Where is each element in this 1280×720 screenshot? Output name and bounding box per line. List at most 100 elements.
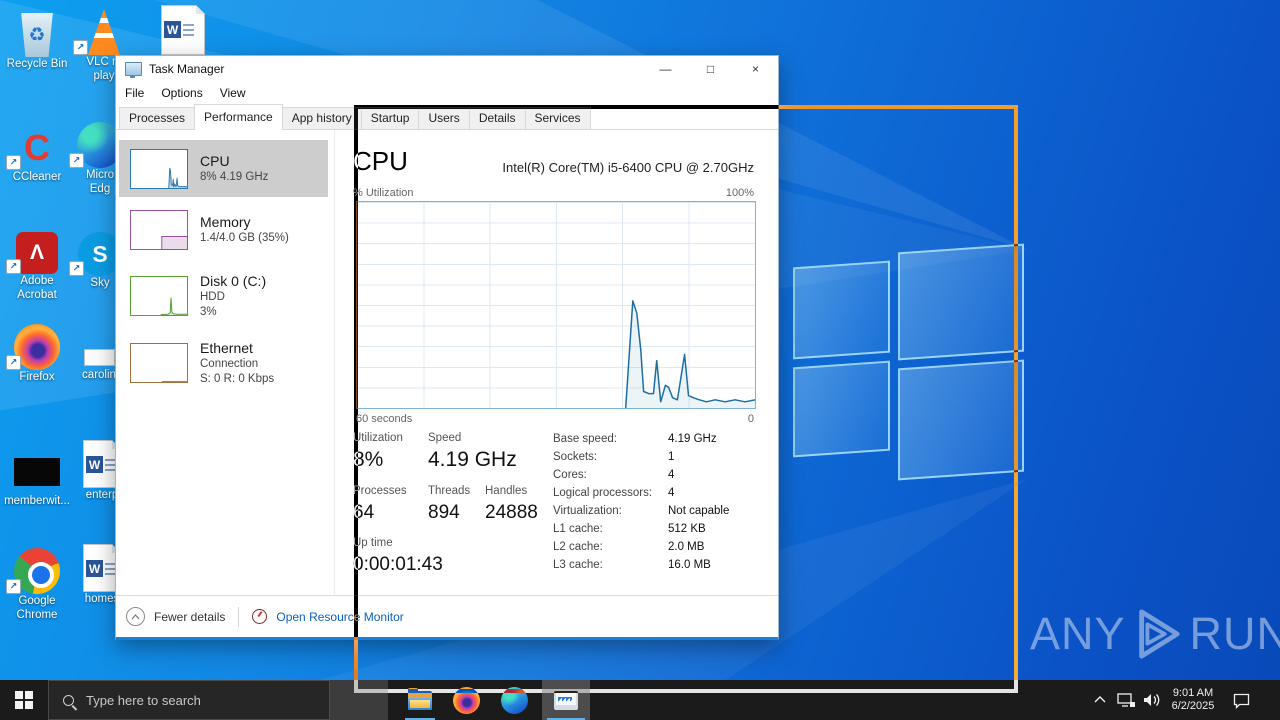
speed-label: Speed: [428, 432, 462, 444]
threads-label: Threads: [428, 485, 471, 497]
uptime-label: Up time: [353, 537, 393, 549]
taskbar-edge[interactable]: [494, 680, 534, 720]
close-button[interactable]: ×: [733, 56, 778, 82]
tray-show-hidden-icons[interactable]: [1094, 680, 1114, 720]
taskbar-search[interactable]: [48, 680, 330, 720]
detail-row: L2 cache: 2.0 MB: [553, 541, 705, 553]
watermark-text-any: ANY: [1030, 608, 1126, 659]
detail-row: Cores: 4: [553, 469, 675, 481]
cpu-panel: CPU Intel(R) Core(TM) i5-6400 CPU @ 2.70…: [336, 130, 778, 596]
x-axis-left-label: 60 seconds: [356, 413, 413, 425]
minimize-button[interactable]: —: [643, 56, 688, 82]
x-axis-right-label: 0: [747, 413, 754, 425]
start-button[interactable]: [0, 680, 48, 720]
watermark-text-run: RUN: [1189, 608, 1280, 659]
tray-time: 9:01 AM: [1172, 687, 1214, 699]
utilization-value: 8%: [353, 448, 384, 471]
windows-logo-pane: [898, 243, 1024, 361]
utilization-label: Utilization: [353, 432, 403, 444]
network-icon: [1116, 680, 1136, 720]
open-resource-monitor-link[interactable]: Open Resource Monitor: [276, 610, 403, 624]
menu-options[interactable]: Options: [161, 86, 202, 100]
windows-logo-pane: [793, 260, 890, 360]
shortcut-arrow-icon: ↗: [6, 355, 21, 370]
desktop-icon-recycle-bin[interactable]: ♻ Recycle Bin: [0, 5, 74, 71]
anyrun-play-icon: [1138, 609, 1180, 659]
vlc-icon: [88, 9, 120, 55]
resource-monitor-icon: [252, 609, 268, 624]
tray-network[interactable]: [1116, 680, 1142, 720]
file-explorer-icon: [408, 687, 432, 710]
detail-row: Base speed: 4.19 GHz: [553, 433, 717, 445]
menu-view[interactable]: View: [220, 86, 246, 100]
tab-users[interactable]: Users: [418, 107, 470, 129]
handles-label: Handles: [485, 485, 528, 497]
threads-value: 894: [428, 502, 460, 523]
processes-value: 64: [353, 502, 375, 523]
tray-clock[interactable]: 9:01 AM 6/2/2025: [1162, 680, 1224, 720]
search-icon: [63, 694, 74, 706]
firefox-icon: [452, 686, 480, 714]
speed-value: 4.19 GHz: [428, 448, 517, 471]
tab-app-history[interactable]: App history: [281, 107, 362, 129]
search-input[interactable]: [84, 691, 308, 709]
y-axis-max-label: 100%: [725, 187, 754, 199]
shortcut-arrow-icon: ↗: [6, 155, 21, 170]
chevron-up-icon: [126, 607, 145, 626]
cpu-utilization-graph: [356, 201, 756, 409]
menu-bar: File Options View: [116, 82, 778, 104]
sidebar-item-memory[interactable]: Memory 1.4/4.0 GB (35%): [119, 201, 328, 259]
shortcut-arrow-icon: ↗: [6, 579, 21, 594]
handles-value: 24888: [485, 502, 538, 523]
uptime-value: 0:00:01:43: [353, 554, 443, 575]
tab-processes[interactable]: Processes: [119, 107, 196, 129]
taskbar-task-manager[interactable]: [542, 680, 590, 720]
task-manager-app-icon: [125, 62, 142, 78]
panel-divider: [334, 130, 335, 596]
detail-row: L3 cache: 16.0 MB: [553, 559, 711, 571]
cpu-panel-title: CPU: [353, 146, 408, 176]
edge-icon: [500, 686, 528, 714]
ccleaner-icon: C: [24, 127, 50, 168]
footer-separator: [238, 606, 240, 627]
windows-logo-wallpaper: [793, 243, 1029, 481]
menu-file[interactable]: File: [125, 86, 144, 100]
tab-startup[interactable]: Startup: [360, 107, 420, 129]
tab-details[interactable]: Details: [468, 107, 526, 129]
anyrun-watermark: ANY RUN: [1030, 606, 1280, 662]
performance-sidebar: CPU 8% 4.19 GHz Memory 1.4/4.0 GB (35%) …: [116, 130, 334, 596]
processes-label: Processes: [353, 485, 407, 497]
taskbar: 9:01 AM 6/2/2025: [0, 680, 1280, 720]
desktop-icon-memberwit[interactable]: memberwit...: [0, 442, 74, 508]
desktop-icon-google-chrome[interactable]: ↗ Google Chrome: [0, 542, 74, 622]
sidebar-item-cpu[interactable]: CPU 8% 4.19 GHz: [119, 140, 328, 197]
taskbar-highlight-region: [330, 680, 388, 720]
windows-logo-pane: [898, 359, 1024, 481]
cpu-model-name: Intel(R) Core(TM) i5-6400 CPU @ 2.70GHz: [502, 160, 754, 175]
chevron-up-icon: [1094, 680, 1106, 720]
detail-row: L1 cache: 512 KB: [553, 523, 706, 535]
desktop-icon-word-document[interactable]: W: [146, 3, 220, 55]
y-axis-label: % Utilization: [353, 187, 414, 199]
shortcut-arrow-icon: ↗: [73, 40, 88, 55]
maximize-button[interactable]: □: [688, 56, 733, 82]
recycle-bin-icon: ♻: [21, 13, 53, 57]
detail-row: Logical processors: 4: [553, 487, 675, 499]
fewer-details-button[interactable]: Fewer details: [154, 610, 225, 624]
shortcut-arrow-icon: ↗: [69, 261, 84, 276]
window-title: Task Manager: [149, 62, 225, 76]
taskbar-file-explorer[interactable]: [400, 680, 440, 720]
sidebar-item-ethernet[interactable]: Ethernet Connection S: 0 R: 0 Kbps: [119, 331, 328, 395]
tab-services[interactable]: Services: [524, 107, 591, 129]
sidebar-item-disk[interactable]: Disk 0 (C:) HDD 3%: [119, 264, 328, 328]
tray-action-center[interactable]: [1232, 680, 1262, 720]
title-bar[interactable]: Task Manager — □ ×: [116, 56, 778, 82]
windows-logo-pane: [793, 360, 890, 458]
word-document-icon: W: [161, 5, 205, 55]
tab-performance[interactable]: Performance: [194, 104, 283, 130]
speaker-icon: [1142, 680, 1162, 720]
task-manager-icon: [554, 690, 578, 710]
tray-date: 6/2/2025: [1171, 700, 1215, 712]
media-file-icon: [14, 458, 60, 486]
taskbar-firefox[interactable]: [446, 680, 486, 720]
